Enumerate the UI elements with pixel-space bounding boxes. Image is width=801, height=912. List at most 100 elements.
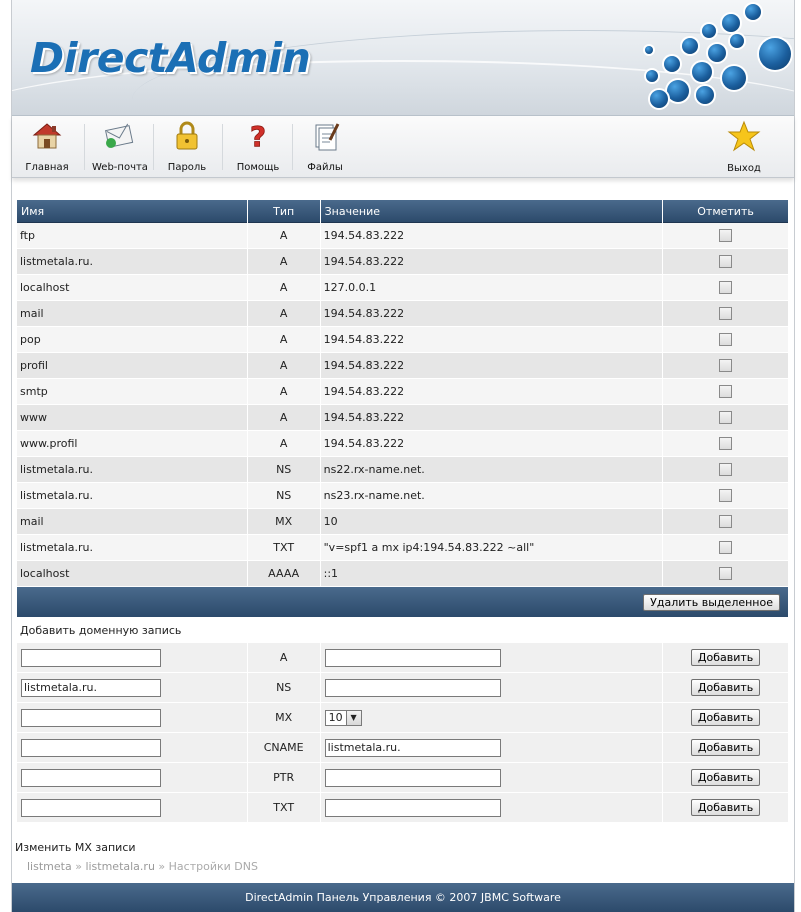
select-checkbox[interactable] — [719, 333, 733, 347]
select-checkbox[interactable] — [719, 229, 733, 243]
select-checkbox[interactable] — [719, 359, 733, 373]
table-row: mail A 194.54.83.222 — [17, 301, 788, 327]
select-checkbox[interactable] — [719, 463, 733, 477]
add-button[interactable]: Добавить — [690, 739, 761, 756]
toolbar: Главная Web-почта Пароль ? Помощь Файлы … — [12, 116, 794, 178]
add-name-input[interactable] — [21, 738, 161, 757]
record-value: 194.54.83.222 — [320, 249, 663, 275]
toolbar-help[interactable]: ? Помощь — [232, 120, 284, 176]
add-name-input[interactable] — [21, 798, 161, 817]
breadcrumb: listmeta » listmetala.ru » Настройки DNS — [27, 860, 258, 873]
delete-bar: Удалить выделенное — [17, 587, 788, 617]
add-button[interactable]: Добавить — [690, 709, 761, 726]
add-type-label: A — [247, 643, 320, 673]
add-button[interactable]: Добавить — [690, 769, 761, 786]
add-row-cname: CNAME listmetala.ru. Добавить — [17, 733, 788, 763]
record-value: 10 — [320, 509, 663, 535]
chevron-down-icon: ▼ — [345, 710, 361, 725]
add-type-label: CNAME — [247, 733, 320, 763]
add-value-input[interactable] — [324, 678, 501, 697]
record-name: mail — [17, 301, 247, 327]
add-value-input[interactable]: listmetala.ru. — [324, 738, 501, 757]
lock-icon — [170, 120, 204, 152]
record-name: www.profil — [17, 431, 247, 457]
add-row-ptr: PTR Добавить — [17, 763, 788, 793]
select-checkbox[interactable] — [719, 307, 733, 321]
select-checkbox[interactable] — [719, 541, 733, 555]
record-name: www — [17, 405, 247, 431]
table-row: listmetala.ru. NS ns23.rx-name.net. — [17, 483, 788, 509]
logo-bubbles-graphic — [622, 0, 794, 115]
record-type: A — [247, 431, 320, 457]
record-type: A — [247, 249, 320, 275]
home-icon — [30, 120, 64, 152]
toolbar-logout[interactable]: Выход — [718, 120, 770, 176]
change-mx-link[interactable]: Изменить MX записи — [15, 841, 136, 854]
star-icon — [727, 120, 761, 152]
add-value-input[interactable] — [324, 798, 501, 817]
breadcrumb-item[interactable]: listmeta — [27, 860, 72, 873]
add-name-input[interactable]: listmetala.ru. — [21, 678, 161, 697]
record-name: localhost — [17, 561, 247, 587]
col-header-name: Имя — [17, 200, 247, 223]
toolbar-webmail[interactable]: Web-почта — [92, 120, 148, 176]
add-button[interactable]: Добавить — [690, 799, 761, 816]
select-checkbox[interactable] — [719, 515, 733, 529]
select-checkbox[interactable] — [719, 255, 733, 269]
table-row: www.profil A 194.54.83.222 — [17, 431, 788, 457]
table-row: listmetala.ru. A 194.54.83.222 — [17, 249, 788, 275]
add-button[interactable]: Добавить — [690, 679, 761, 696]
table-row: localhost A 127.0.0.1 — [17, 275, 788, 301]
record-value: 194.54.83.222 — [320, 379, 663, 405]
col-header-type: Тип — [247, 200, 320, 223]
toolbar-files[interactable]: Файлы — [300, 120, 350, 176]
table-row: profil A 194.54.83.222 — [17, 353, 788, 379]
record-type: A — [247, 223, 320, 249]
logo: DirectAdmin — [30, 34, 311, 82]
toolbar-password[interactable]: Пароль — [162, 120, 212, 176]
mx-priority-value: 10 — [328, 711, 343, 724]
add-row-a: A Добавить — [17, 643, 788, 673]
add-name-input[interactable] — [21, 708, 161, 727]
select-checkbox[interactable] — [719, 437, 733, 451]
add-value-input[interactable] — [324, 768, 501, 787]
record-value: 194.54.83.222 — [320, 405, 663, 431]
select-checkbox[interactable] — [719, 385, 733, 399]
breadcrumb-current: Настройки DNS — [168, 860, 258, 873]
record-type: A — [247, 327, 320, 353]
add-name-input[interactable] — [21, 648, 161, 667]
add-type-label: TXT — [247, 793, 320, 823]
record-type: A — [247, 275, 320, 301]
delete-selected-button[interactable]: Удалить выделенное — [643, 593, 780, 611]
mx-priority-select[interactable]: 10 ▼ — [324, 709, 362, 726]
table-row: ftp A 194.54.83.222 — [17, 223, 788, 249]
record-name: pop — [17, 327, 247, 353]
select-checkbox[interactable] — [719, 567, 733, 581]
record-value: 194.54.83.222 — [320, 327, 663, 353]
table-row: www A 194.54.83.222 — [17, 405, 788, 431]
record-value: 194.54.83.222 — [320, 301, 663, 327]
toolbar-home[interactable]: Главная — [22, 120, 72, 176]
select-checkbox[interactable] — [719, 489, 733, 503]
select-checkbox[interactable] — [719, 411, 733, 425]
add-value-input[interactable] — [324, 648, 501, 667]
add-row-mx: MX 10 ▼ Добавить — [17, 703, 788, 733]
add-name-input[interactable] — [21, 768, 161, 787]
header: DirectAdmin — [12, 0, 794, 116]
col-header-value: Значение — [320, 200, 663, 223]
footer: DirectAdmin Панель Управления © 2007 JBM… — [12, 883, 794, 912]
breadcrumb-item[interactable]: listmetala.ru — [85, 860, 154, 873]
add-type-label: NS — [247, 673, 320, 703]
record-type: NS — [247, 483, 320, 509]
svg-text:?: ? — [250, 120, 266, 152]
add-type-label: PTR — [247, 763, 320, 793]
select-checkbox[interactable] — [719, 281, 733, 295]
record-type: AAAA — [247, 561, 320, 587]
table-row: pop A 194.54.83.222 — [17, 327, 788, 353]
add-record-title-row: Добавить доменную запись — [17, 617, 788, 643]
add-button[interactable]: Добавить — [690, 649, 761, 666]
record-name: listmetala.ru. — [17, 457, 247, 483]
record-value: 194.54.83.222 — [320, 353, 663, 379]
record-value: ns22.rx-name.net. — [320, 457, 663, 483]
record-name: listmetala.ru. — [17, 535, 247, 561]
